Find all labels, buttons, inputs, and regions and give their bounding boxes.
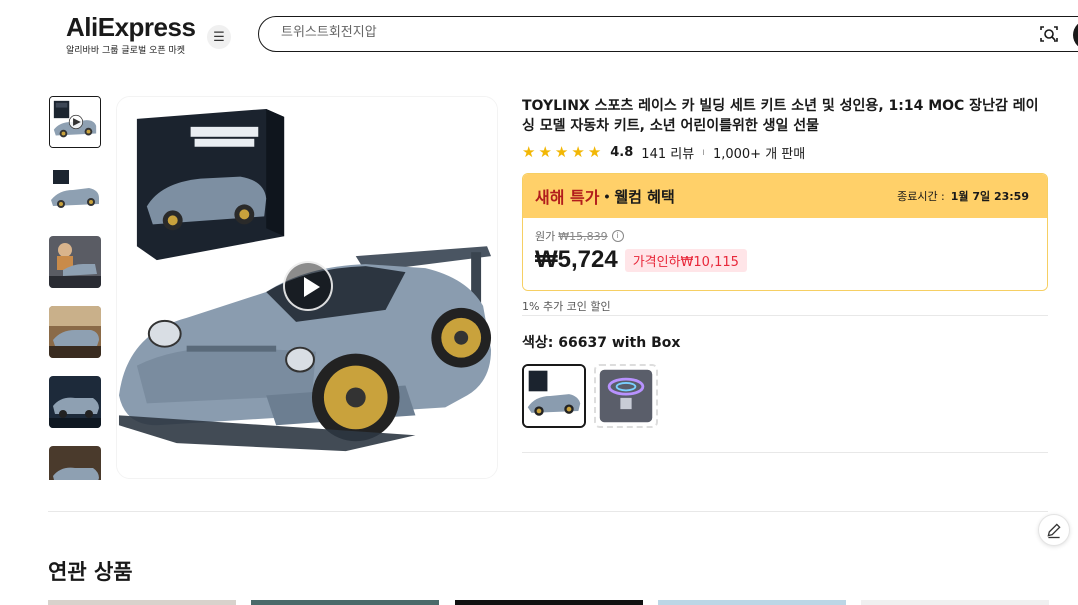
- rating-row: ★ ★ ★ ★ ★ 4.8 141 리뷰 ı 1,000+ 개 판매: [522, 143, 1048, 163]
- related-product-card[interactable]: [455, 600, 643, 605]
- thumbnail-item-6[interactable]: [49, 446, 101, 480]
- promo-tag: 새해 특가: [535, 188, 600, 207]
- original-price-row: 원가 ₩15,839 i: [535, 228, 1035, 244]
- discount-badge: 가격인하₩10,115: [624, 248, 747, 272]
- divider: [522, 315, 1048, 316]
- separator: ı: [702, 147, 705, 158]
- price-row: ₩5,724 가격인하₩10,115: [535, 246, 1035, 274]
- pencil-edit-icon[interactable]: [1038, 514, 1070, 546]
- thumbnail-list: [48, 96, 102, 480]
- color-label: 색상: 66637 with Box: [522, 335, 681, 351]
- promo-end-time: 종료시간 : 1월 7일 23:59: [897, 188, 1029, 204]
- promo-box: 새해 특가 • 웰컴 혜택 종료시간 : 1월 7일 23:59 원가 ₩15,8…: [522, 173, 1048, 291]
- related-product-card[interactable]: [251, 600, 439, 605]
- star-rating: ★ ★ ★ ★ ★: [522, 145, 601, 160]
- info-icon[interactable]: i: [611, 230, 624, 242]
- star-icon: ★: [554, 143, 569, 161]
- main-product-image[interactable]: [116, 96, 498, 479]
- header: AliExpress 알리바바 그룹 글로벌 오픈 마켓 ☰: [0, 0, 1078, 70]
- sale-price: ₩5,724: [535, 246, 618, 273]
- thumbnail-item-5[interactable]: [49, 376, 101, 428]
- star-icon: ★: [587, 143, 602, 161]
- variant-option-1[interactable]: [522, 364, 586, 428]
- thumbnail-item-1[interactable]: [49, 96, 101, 148]
- variant-option-2[interactable]: [594, 364, 658, 428]
- play-icon[interactable]: [283, 261, 333, 311]
- related-product-card[interactable]: [48, 600, 236, 605]
- coin-discount-text: 1% 추가 코인 할인: [522, 300, 611, 313]
- star-icon: ★: [522, 143, 536, 161]
- logo-text: AliExpress: [66, 12, 196, 42]
- product-title: TOYLINX 스포츠 레이스 카 빌딩 세트 키트 소년 및 성인용, 1:1…: [522, 98, 1039, 134]
- aliexpress-logo[interactable]: AliExpress 알리바바 그룹 글로벌 오픈 마켓: [66, 12, 196, 56]
- logo-subtitle: 알리바바 그룹 글로벌 오픈 마켓: [66, 46, 186, 56]
- original-label: 원가: [535, 230, 556, 243]
- related-product-card[interactable]: [658, 600, 846, 605]
- sold-count: 1,000+ 개 판매: [712, 147, 806, 162]
- price-box: 원가 ₩15,839 i ₩5,724 가격인하₩10,115: [523, 218, 1047, 290]
- end-time-value: 1월 7일 23:59: [950, 190, 1029, 203]
- search-bar: [258, 16, 1078, 52]
- thumbnail-item-4[interactable]: [49, 306, 101, 358]
- star-icon: ★: [538, 143, 552, 161]
- related-products-title: 연관 상품: [48, 560, 133, 584]
- star-icon: ★: [571, 143, 585, 161]
- search-submit-button[interactable]: [1073, 20, 1078, 50]
- promo-header: 새해 특가 • 웰컴 혜택 종료시간 : 1월 7일 23:59: [523, 174, 1047, 218]
- hamburger-menu-icon[interactable]: ☰: [207, 25, 231, 49]
- reviews-link[interactable]: 141 리뷰: [641, 143, 694, 162]
- promo-dot: •: [604, 188, 610, 204]
- thumbnail-item-3[interactable]: [49, 236, 101, 288]
- divider: [48, 511, 1048, 512]
- search-input[interactable]: [281, 25, 981, 40]
- rating-value: 4.8: [610, 145, 634, 160]
- thumbnail-item-2[interactable]: [49, 166, 101, 218]
- end-label: 종료시간 :: [897, 190, 945, 203]
- camera-search-icon[interactable]: [1039, 24, 1059, 44]
- related-product-card[interactable]: [861, 600, 1049, 605]
- product-info: TOYLINX 스포츠 레이스 카 빌딩 세트 키트 소년 및 성인용, 1:1…: [522, 96, 1048, 314]
- original-price: ₩15,839: [558, 229, 608, 243]
- divider: [522, 452, 1048, 453]
- promo-subtitle: 웰컴 혜택: [614, 187, 675, 206]
